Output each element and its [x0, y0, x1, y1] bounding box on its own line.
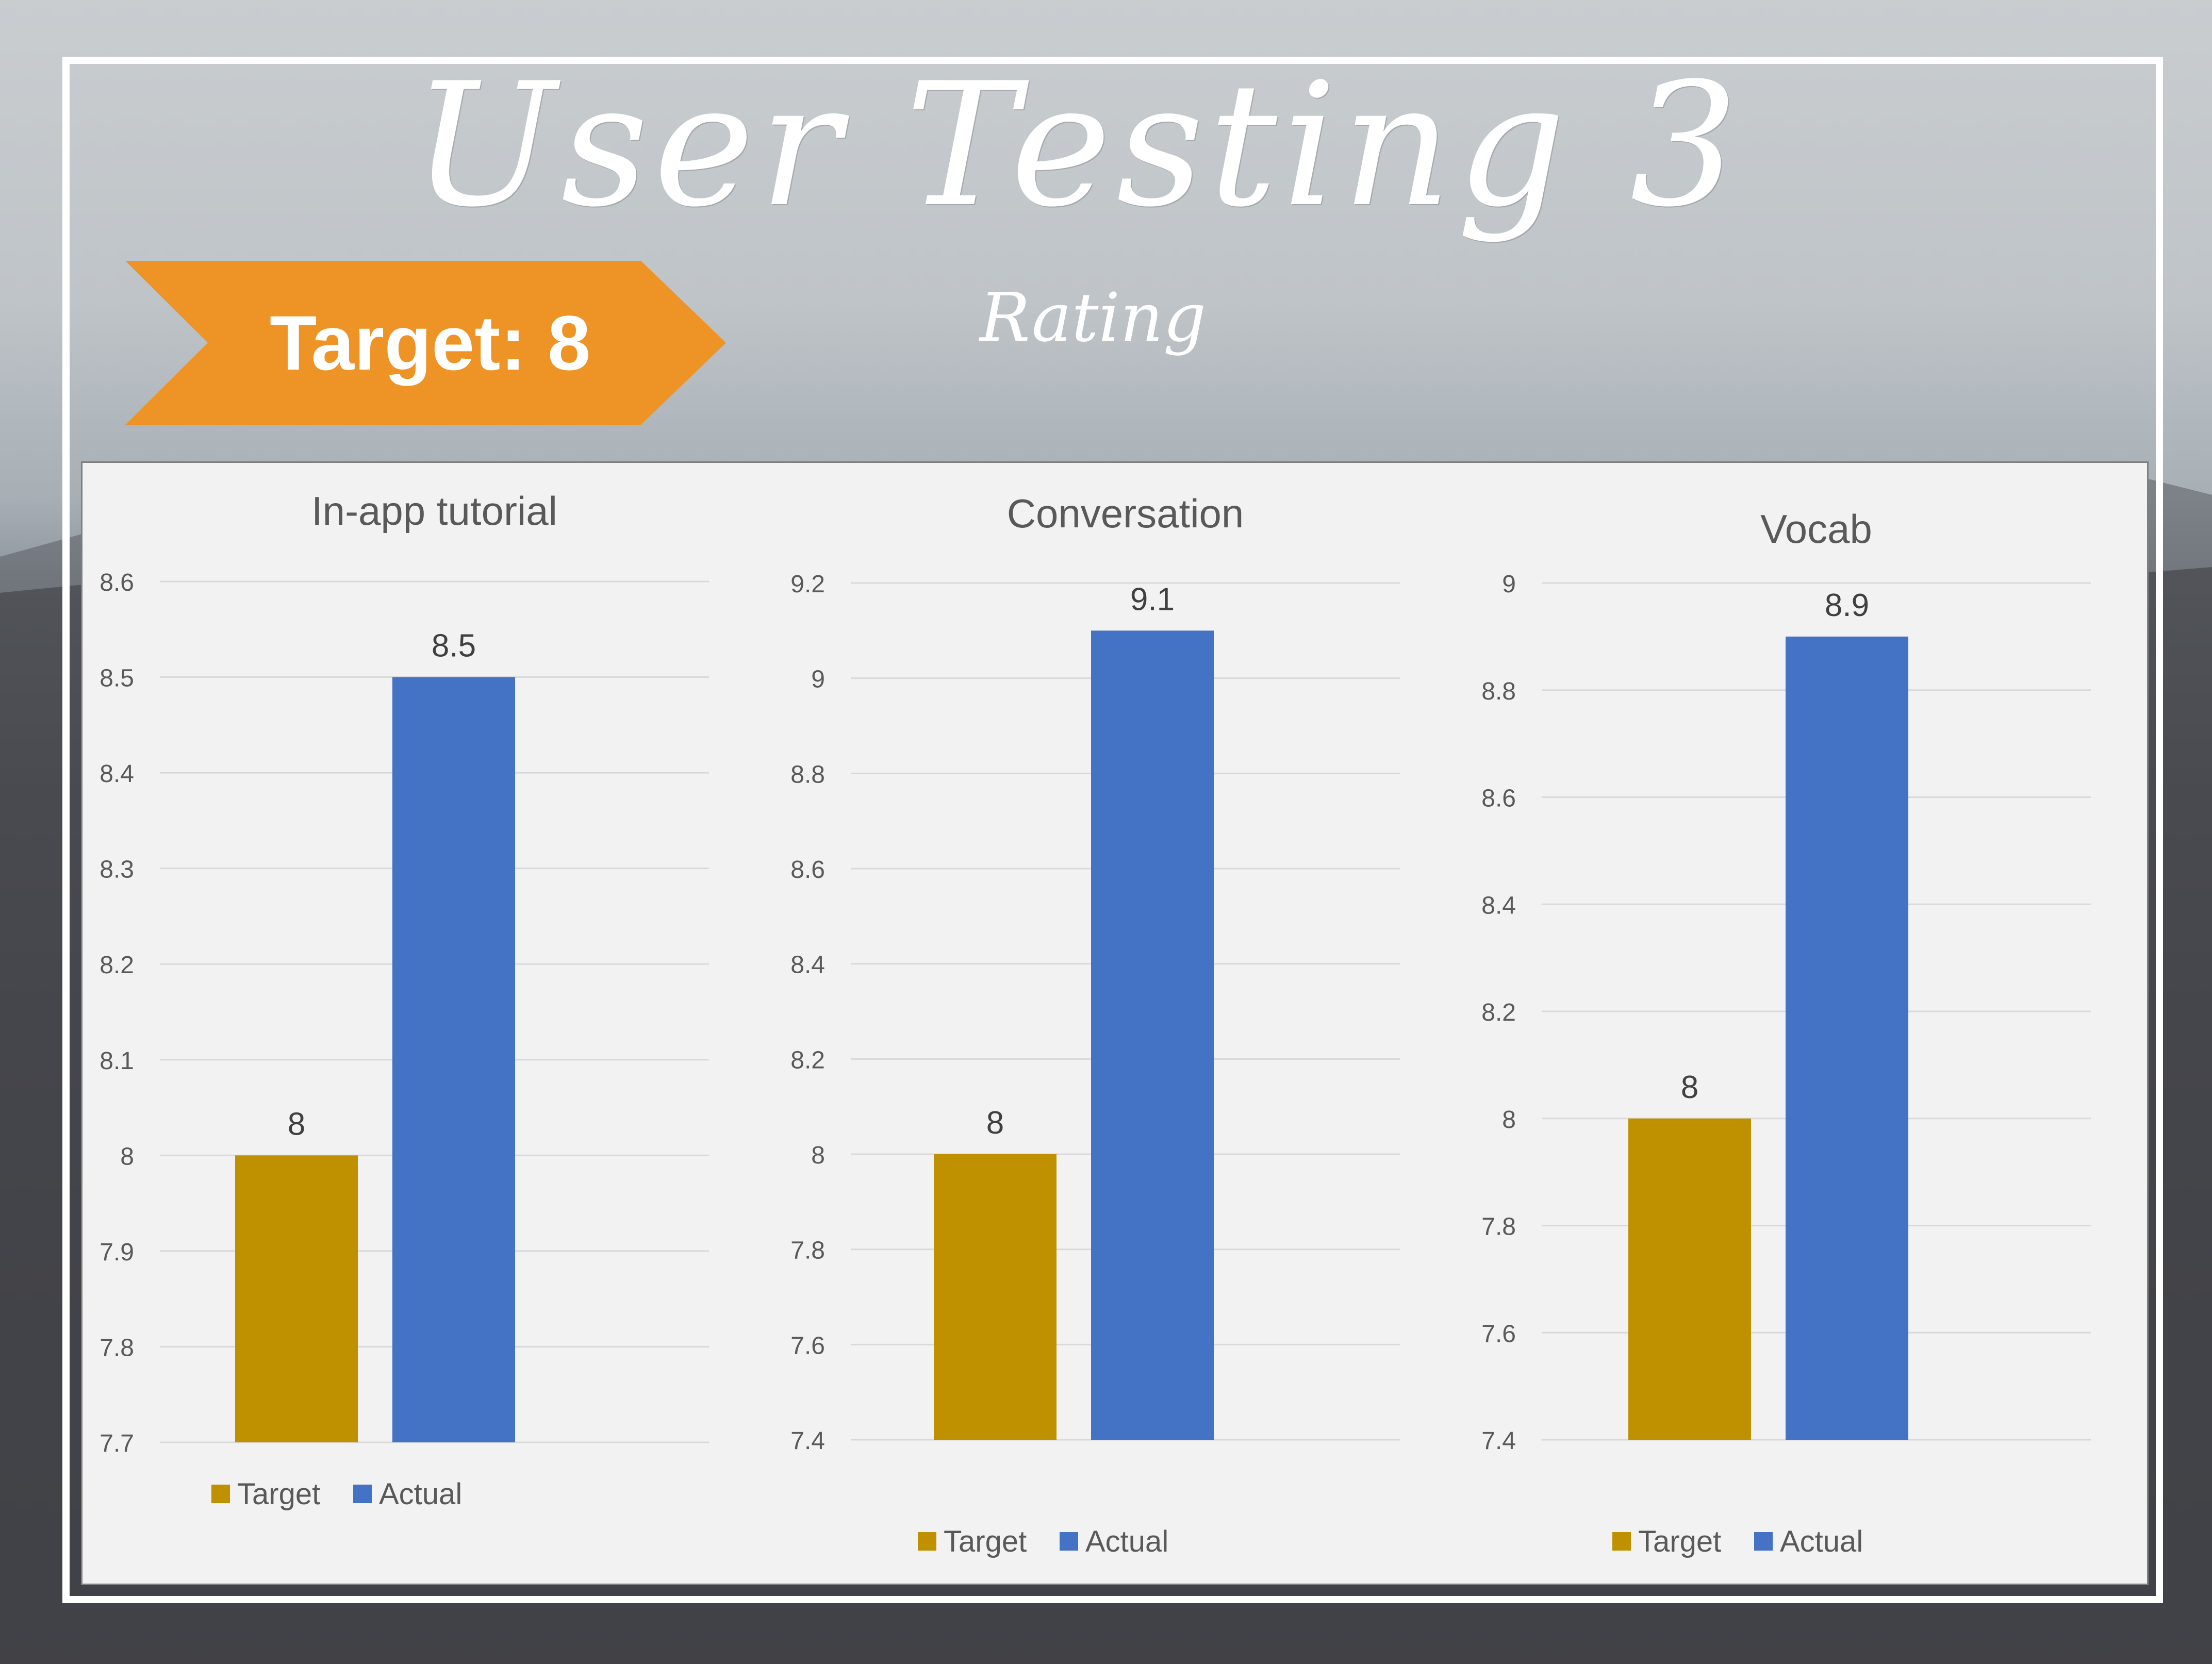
y-tick-label: 8.8 [790, 761, 825, 788]
y-tick-label: 8.2 [100, 952, 134, 979]
legend-swatch-actual [1060, 1532, 1078, 1551]
y-tick-label: 8.5 [100, 665, 134, 692]
y-tick-label: 8.6 [100, 569, 134, 596]
data-label: 8 [1681, 1070, 1698, 1105]
charts-panel: In-app tutorial 7.7 7.8 7.9 8 8.1 8.2 8.3 8.4 8.5… [81, 461, 2149, 1585]
page-subtitle: Rating [980, 278, 1207, 357]
chart-conversation: Conversation 7.4 7.6 7.8 8 8.2 8.4 8.6 8.8 9 9.2 8 9… [790, 491, 1400, 1558]
y-tick-label: 8 [120, 1143, 134, 1170]
target-banner-label: Target: 8 [270, 299, 591, 386]
legend-label: Target [944, 1525, 1027, 1558]
data-label: 8 [288, 1106, 305, 1142]
data-label: 9.1 [1130, 581, 1175, 617]
y-tick-label: 8.6 [790, 856, 825, 884]
y-tick-label: 8.3 [100, 856, 134, 884]
y-tick-label: 7.8 [790, 1237, 825, 1264]
y-tick-label: 7.7 [100, 1430, 134, 1457]
data-label: 8 [986, 1105, 1004, 1141]
y-tick-label: 8.4 [100, 760, 134, 788]
legend-label: Target [1638, 1525, 1721, 1558]
y-tick-label: 7.8 [100, 1334, 134, 1361]
y-tick-label: 8.4 [790, 952, 825, 979]
legend-swatch-target [211, 1485, 230, 1503]
bar-actual [1091, 630, 1214, 1440]
page-title: User Testing 3 [412, 46, 1744, 244]
legend-label: Target [237, 1477, 320, 1511]
y-tick-label: 9.2 [790, 571, 825, 598]
y-tick-label: 7.4 [790, 1427, 825, 1455]
bar-target [1628, 1118, 1751, 1440]
y-tick-label: 8 [1502, 1106, 1516, 1134]
bar-actual [1786, 636, 1908, 1440]
y-tick-label: 9 [811, 666, 825, 693]
y-tick-label: 8 [811, 1142, 825, 1169]
y-tick-label: 7.4 [1481, 1427, 1516, 1455]
chart-title: Conversation [1007, 491, 1244, 536]
chart-in-app-tutorial: In-app tutorial 7.7 7.8 7.9 8 8.1 8.2 8.3 8.4 8.5… [100, 488, 709, 1511]
y-tick-label: 8.2 [790, 1046, 825, 1074]
chart-vocab: Vocab 7.4 7.6 7.8 8 8.2 8.4 8.6 8.8 9 8 8.9 Target Ac… [1481, 506, 2091, 1558]
y-tick-label: 9 [1502, 571, 1516, 598]
legend-label: Actual [1780, 1525, 1863, 1558]
chart-title: Vocab [1760, 506, 1872, 552]
chart-title: In-app tutorial [311, 488, 557, 534]
legend-swatch-actual [353, 1485, 372, 1503]
bar-target [934, 1154, 1057, 1440]
y-tick-label: 8.1 [100, 1047, 134, 1075]
legend-swatch-target [918, 1532, 936, 1551]
data-label: 8.5 [432, 628, 476, 664]
legend-label: Actual [1085, 1525, 1168, 1558]
y-tick-label: 7.8 [1481, 1213, 1516, 1241]
legend-label: Actual [379, 1477, 462, 1511]
y-tick-label: 7.6 [790, 1332, 825, 1359]
y-tick-label: 8.4 [1481, 892, 1516, 919]
bar-actual [392, 677, 515, 1442]
y-tick-label: 8.8 [1481, 678, 1516, 705]
legend-swatch-target [1612, 1532, 1631, 1551]
y-tick-label: 7.9 [100, 1239, 134, 1266]
data-label: 8.9 [1825, 588, 1869, 623]
legend-swatch-actual [1754, 1532, 1773, 1551]
bar-target [235, 1155, 358, 1442]
y-tick-label: 7.6 [1481, 1320, 1516, 1347]
y-tick-label: 8.6 [1481, 785, 1516, 812]
y-tick-label: 8.2 [1481, 999, 1516, 1026]
target-banner: Target: 8 [125, 261, 726, 425]
